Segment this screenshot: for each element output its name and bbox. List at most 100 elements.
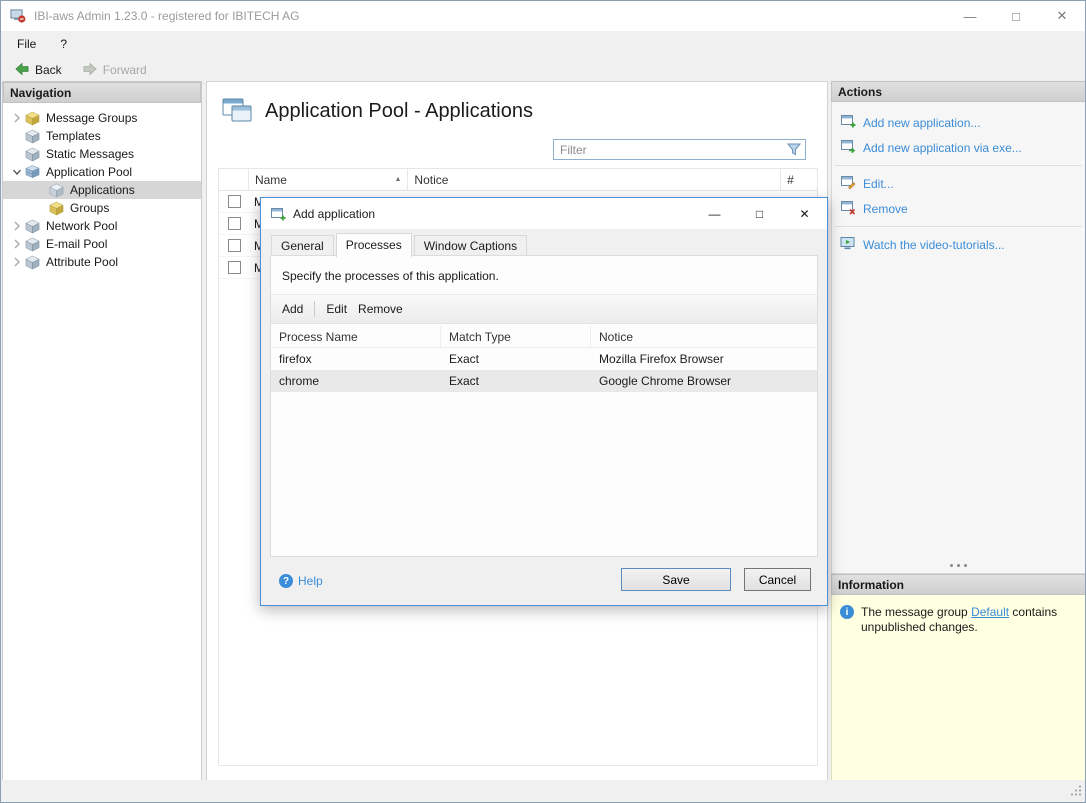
forward-label: Forward	[102, 63, 147, 77]
action-label: Remove	[863, 201, 908, 216]
forward-button[interactable]: Forward	[75, 59, 154, 82]
remove-icon	[840, 199, 856, 218]
row-checkbox[interactable]	[228, 261, 241, 274]
window-title: IBI-aws Admin 1.23.0 - registered for IB…	[34, 9, 300, 23]
navigation-header: Navigation	[3, 82, 201, 103]
sidebar-item-label: Application Pool	[46, 165, 133, 179]
navigation-panel: Navigation Message Groups Templates Stat…	[2, 81, 202, 781]
action-label: Add new application via exe...	[863, 140, 1022, 155]
dialog-footer: ? Help Save Cancel	[261, 557, 827, 605]
column-header-notice[interactable]: Notice	[408, 169, 782, 190]
column-header-name[interactable]: Name ▲	[249, 169, 409, 190]
message-groups-icon	[25, 111, 41, 126]
tab-processes[interactable]: Processes	[335, 233, 412, 258]
process-name-cell: chrome	[279, 374, 320, 388]
edit-process-button[interactable]: Edit	[326, 302, 347, 316]
back-button[interactable]: Back	[7, 59, 69, 82]
close-button[interactable]: ✕	[1039, 1, 1085, 31]
menu-help[interactable]: ?	[60, 37, 67, 51]
add-application-dialog: Add application — □ ✕ General Processes …	[260, 197, 828, 606]
sidebar-item-message-groups[interactable]: Message Groups	[3, 109, 201, 127]
actions-body: Add new application... Add new applicati…	[831, 102, 1085, 574]
processes-description: Specify the processes of this applicatio…	[282, 269, 499, 283]
sidebar-item-network-pool[interactable]: Network Pool	[3, 217, 201, 235]
edit-icon	[840, 174, 856, 193]
match-type-cell: Exact	[449, 374, 480, 388]
help-link[interactable]: ? Help	[279, 574, 323, 588]
app-logo-icon	[10, 8, 26, 24]
sidebar-item-attribute-pool[interactable]: Attribute Pool	[3, 253, 201, 271]
menu-file[interactable]: File	[17, 37, 36, 51]
processes-toolbar: Add Edit Remove	[271, 294, 817, 324]
app-window: IBI-aws Admin 1.23.0 - registered for IB…	[0, 0, 1086, 803]
resize-grip[interactable]	[1071, 785, 1082, 799]
chevron-down-icon[interactable]	[9, 167, 25, 177]
action-edit[interactable]: Edit...	[832, 171, 1085, 196]
sidebar-item-label: Network Pool	[46, 219, 118, 233]
process-row-firefox[interactable]: firefox Exact Mozilla Firefox Browser	[271, 348, 817, 370]
dialog-title: Add application	[293, 206, 376, 221]
page-title-row: Application Pool - Applications	[221, 96, 533, 127]
dialog-close-button[interactable]: ✕	[782, 198, 827, 229]
info-text-before: The message group	[861, 605, 972, 619]
action-add-new-application[interactable]: Add new application...	[832, 110, 1085, 135]
filter-funnel-icon[interactable]	[787, 143, 801, 156]
default-message-group-link[interactable]: Default	[971, 605, 1009, 619]
action-remove[interactable]: Remove	[832, 196, 1085, 221]
column-label: Notice	[414, 172, 449, 187]
dialog-titlebar: Add application — □ ✕	[261, 198, 827, 229]
save-button[interactable]: Save	[621, 568, 731, 591]
email-pool-icon	[25, 237, 41, 252]
groups-icon	[49, 201, 65, 216]
chevron-right-icon[interactable]	[9, 113, 25, 123]
actions-separator	[835, 165, 1082, 166]
row-checkbox[interactable]	[228, 195, 241, 208]
titlebar: IBI-aws Admin 1.23.0 - registered for IB…	[1, 1, 1085, 31]
network-pool-icon	[25, 219, 41, 234]
video-tutorials-icon	[840, 235, 856, 254]
sidebar-item-applications[interactable]: Applications	[3, 181, 201, 199]
sidebar-item-email-pool[interactable]: E-mail Pool	[3, 235, 201, 253]
maximize-button[interactable]: □	[993, 1, 1039, 31]
actions-panel: Actions Add new application... Add new a…	[831, 81, 1085, 574]
chevron-right-icon[interactable]	[9, 221, 25, 231]
row-checkbox[interactable]	[228, 217, 241, 230]
add-process-button[interactable]: Add	[282, 302, 303, 316]
action-watch-video-tutorials[interactable]: Watch the video-tutorials...	[832, 232, 1085, 257]
dialog-maximize-button[interactable]: □	[737, 198, 782, 229]
sidebar-item-templates[interactable]: Templates	[3, 127, 201, 145]
process-row-chrome[interactable]: chrome Exact Google Chrome Browser	[271, 370, 817, 392]
chevron-right-icon[interactable]	[9, 239, 25, 249]
panel-splitter-handle[interactable]	[832, 556, 1085, 570]
chevron-right-icon[interactable]	[9, 257, 25, 267]
row-checkbox[interactable]	[228, 239, 241, 252]
sidebar-item-label: Templates	[46, 129, 101, 143]
sidebar-item-groups[interactable]: Groups	[3, 199, 201, 217]
toolbar-separator	[314, 301, 316, 317]
column-header-process-name[interactable]: Process Name	[271, 326, 441, 347]
sidebar-item-static-messages[interactable]: Static Messages	[3, 145, 201, 163]
action-add-new-application-via-exe[interactable]: Add new application via exe...	[832, 135, 1085, 160]
process-name-cell: firefox	[279, 352, 312, 366]
information-message: The message group Default contains unpub…	[861, 605, 1077, 770]
cancel-button[interactable]: Cancel	[744, 568, 811, 591]
notice-cell: Google Chrome Browser	[599, 374, 732, 388]
window-controls: — □ ✕	[947, 1, 1085, 31]
attribute-pool-icon	[25, 255, 41, 270]
dialog-controls: — □ ✕	[692, 198, 827, 229]
match-type-cell: Exact	[449, 352, 480, 366]
action-label: Watch the video-tutorials...	[863, 237, 1005, 252]
dialog-minimize-button[interactable]: —	[692, 198, 737, 229]
minimize-button[interactable]: —	[947, 1, 993, 31]
sidebar-item-label: Static Messages	[46, 147, 135, 161]
select-all-column[interactable]	[219, 169, 249, 190]
filter-input[interactable]	[554, 142, 787, 157]
sidebar-item-application-pool[interactable]: Application Pool	[3, 163, 201, 181]
remove-process-button[interactable]: Remove	[358, 302, 403, 316]
column-header-count[interactable]: #	[781, 169, 817, 190]
column-header-notice[interactable]: Notice	[591, 326, 817, 347]
menubar: File ?	[1, 31, 1085, 57]
column-label: Name	[254, 172, 287, 187]
statusbar	[1, 780, 1085, 802]
column-header-match-type[interactable]: Match Type	[441, 326, 591, 347]
